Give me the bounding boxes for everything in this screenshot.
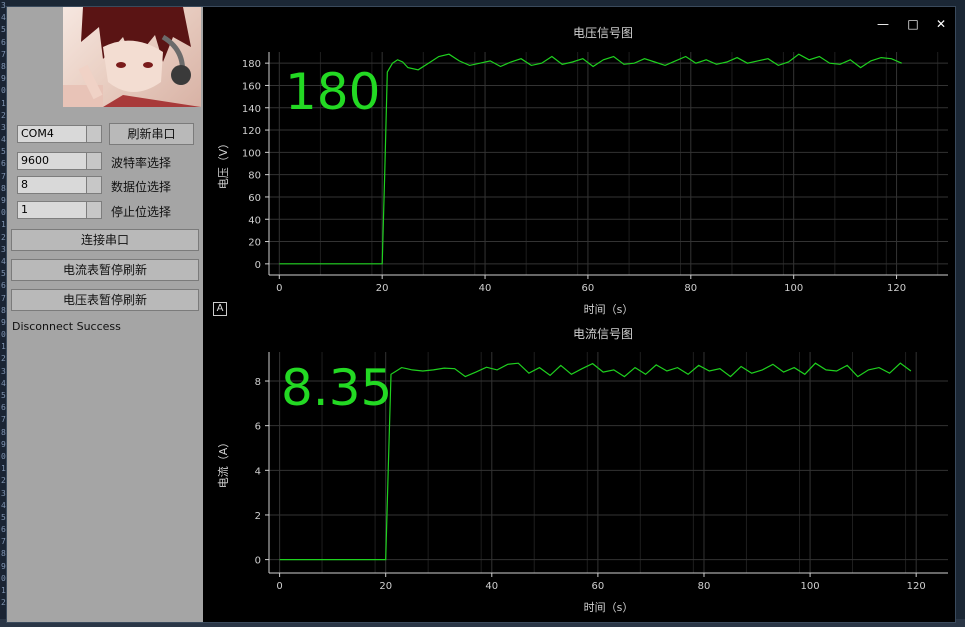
y-axis-label: 电压（V）: [217, 138, 230, 190]
x-tick-label: 0: [276, 581, 282, 592]
x-tick-label: 40: [479, 283, 492, 294]
current-pause-refresh-button[interactable]: 电流表暂停刷新: [11, 259, 199, 281]
x-tick-label: 40: [485, 581, 498, 592]
connect-port-button[interactable]: 连接串口: [11, 229, 199, 251]
port-dropdown-arrow[interactable]: [86, 125, 102, 143]
x-axis-label: 时间（s）: [584, 303, 634, 316]
avatar-image: [63, 7, 201, 107]
x-tick-label: 20: [376, 283, 389, 294]
plot-area: — □ ✕ 电压信号图 0 20 40 60 80 100 120 0 20 40 60 80 100 1…: [203, 7, 955, 622]
current-readout: 8.35: [281, 359, 393, 417]
y-tick-label: 2: [255, 511, 261, 522]
baud-dropdown-arrow[interactable]: [86, 152, 102, 170]
y-tick-label: 4: [255, 466, 261, 477]
maximize-icon[interactable]: □: [906, 17, 920, 31]
port-select[interactable]: COM4: [17, 125, 93, 143]
x-tick-label: 100: [784, 283, 803, 294]
data-bits-dropdown-arrow[interactable]: [86, 176, 102, 194]
x-tick-label: 100: [801, 581, 820, 592]
y-tick-label: 100: [242, 148, 261, 159]
x-tick-label: 0: [276, 283, 282, 294]
baud-rate-label: 波特率选择: [111, 156, 172, 170]
x-axis-label: 时间（s）: [584, 601, 634, 614]
baud-rate-select[interactable]: 9600: [17, 152, 93, 170]
x-tick-label: 60: [582, 283, 595, 294]
stop-bits-select[interactable]: 1: [17, 201, 93, 219]
close-icon[interactable]: ✕: [934, 17, 948, 31]
y-tick-label: 0: [255, 556, 261, 567]
y-tick-label: 6: [255, 422, 261, 433]
y-tick-label: 8: [255, 377, 261, 388]
voltage-pause-refresh-button[interactable]: 电压表暂停刷新: [11, 289, 199, 311]
y-tick-label: 20: [248, 238, 261, 249]
current-chart-title: 电流信号图: [572, 327, 633, 341]
y-tick-label: 120: [242, 126, 261, 137]
data-bits-select[interactable]: 8: [17, 176, 93, 194]
x-tick-label: 120: [887, 283, 906, 294]
voltage-readout: 180: [285, 63, 381, 121]
avatar-illustration: [63, 7, 201, 107]
serial-control-panel: COM4 刷新串口 9600 波特率选择 8 数据位选择 1 停止位选择 连接串…: [7, 7, 203, 622]
x-tick-label: 120: [907, 581, 926, 592]
x-tick-label: 80: [698, 581, 711, 592]
voltage-chart-title: 电压信号图: [572, 26, 633, 40]
minimize-icon[interactable]: —: [876, 17, 890, 31]
y-tick-label: 160: [242, 81, 261, 92]
axis-a-icon[interactable]: A: [213, 302, 227, 316]
y-tick-label: 60: [248, 193, 261, 204]
y-tick-label: 180: [242, 59, 261, 70]
app-window: COM4 刷新串口 9600 波特率选择 8 数据位选择 1 停止位选择 连接串…: [6, 6, 956, 623]
y-tick-label: 40: [248, 215, 261, 226]
stop-bits-dropdown-arrow[interactable]: [86, 201, 102, 219]
x-tick-label: 20: [379, 581, 392, 592]
y-tick-label: 140: [242, 104, 261, 115]
data-bits-label: 数据位选择: [111, 180, 172, 194]
y-tick-label: 80: [248, 171, 261, 182]
y-axis-label: 电流（A）: [216, 437, 230, 489]
x-tick-label: 60: [592, 581, 605, 592]
x-tick-label: 80: [684, 283, 697, 294]
y-tick-label: 0: [255, 260, 261, 271]
stop-bits-label: 停止位选择: [111, 205, 172, 219]
status-text: Disconnect Success: [12, 320, 121, 333]
refresh-port-button[interactable]: 刷新串口: [109, 123, 194, 145]
